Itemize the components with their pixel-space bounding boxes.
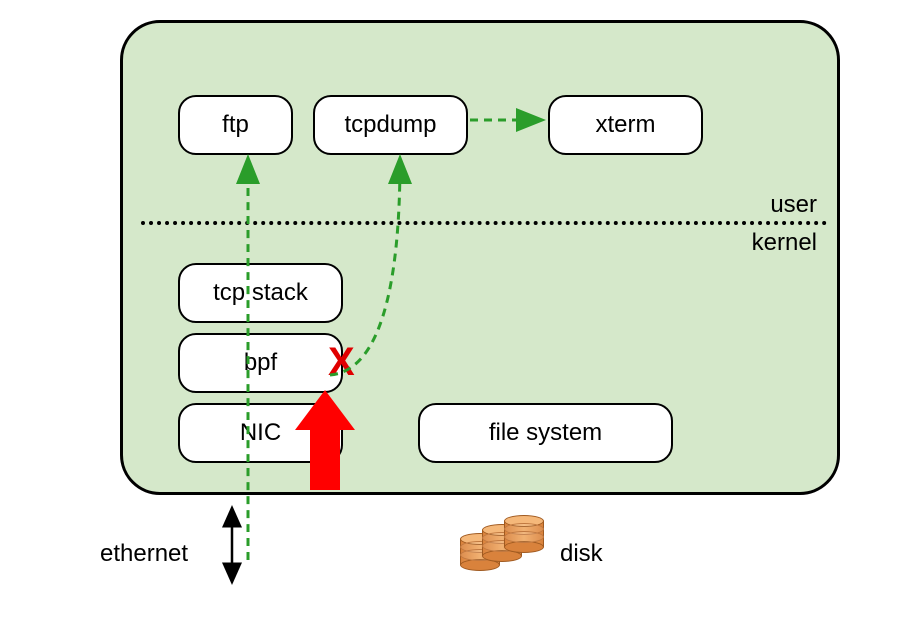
x-filter-mark: X xyxy=(328,340,355,385)
xterm-box: xterm xyxy=(548,95,703,155)
filesystem-label: file system xyxy=(489,419,602,447)
tcpstack-label: tcp stack xyxy=(213,279,308,307)
tcpstack-box: tcp stack xyxy=(178,263,343,323)
ftp-label: ftp xyxy=(222,111,249,139)
kernel-label: kernel xyxy=(752,229,817,257)
tcpdump-label: tcpdump xyxy=(344,111,436,139)
xterm-label: xterm xyxy=(596,111,656,139)
filesystem-box: file system xyxy=(418,403,673,463)
system-container: ftp tcpdump xterm user kernel tcp stack … xyxy=(120,20,840,495)
tcpdump-box: tcpdump xyxy=(313,95,468,155)
disk-label: disk xyxy=(560,540,603,568)
ftp-box: ftp xyxy=(178,95,293,155)
nic-box: NIC xyxy=(178,403,343,463)
user-label: user xyxy=(770,191,817,219)
bpf-box: bpf xyxy=(178,333,343,393)
ethernet-label: ethernet xyxy=(100,540,188,568)
user-kernel-divider xyxy=(141,221,827,225)
nic-label: NIC xyxy=(240,419,281,447)
disk-icon xyxy=(460,515,550,575)
bpf-label: bpf xyxy=(244,349,277,377)
